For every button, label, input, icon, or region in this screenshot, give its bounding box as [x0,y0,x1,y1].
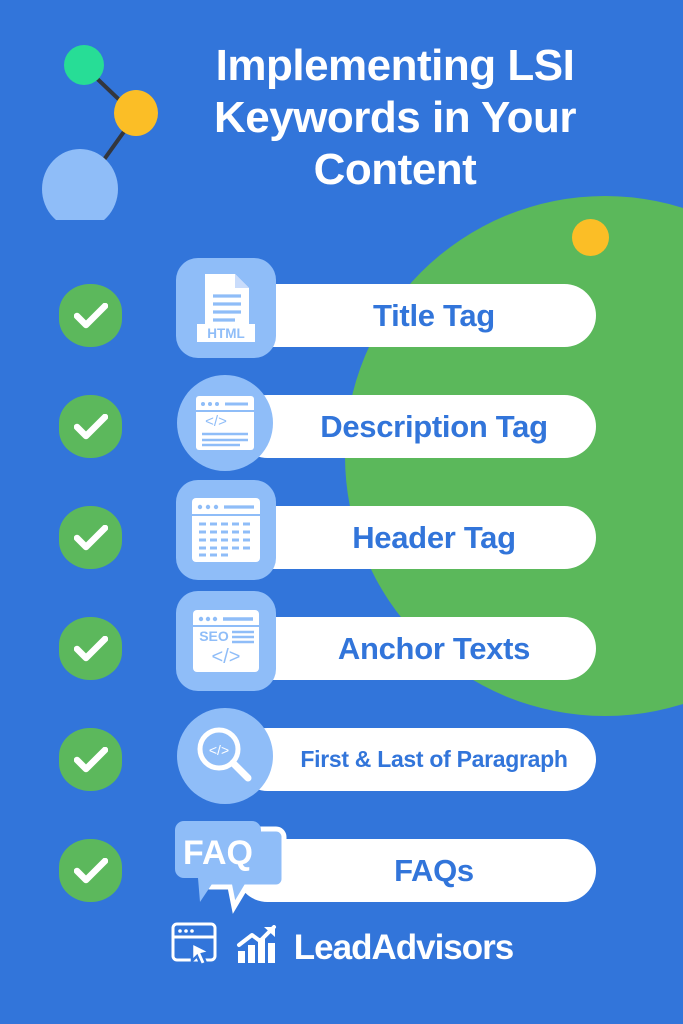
svg-text:HTML: HTML [207,326,245,341]
check-badge [59,395,122,458]
item-pill[interactable]: Title Tag [236,284,596,347]
item-pill[interactable]: FAQs [236,839,596,902]
item-pill[interactable]: Description Tag [236,395,596,458]
seo-code-browser-icon: SEO </> [176,591,276,691]
yellow-node-icon [114,90,158,136]
html-document-icon: HTML [176,258,276,358]
check-badge [59,284,122,347]
browser-lines-icon [176,480,276,580]
lightblue-node-icon [42,149,118,229]
check-badge [59,617,122,680]
item-pill[interactable]: Anchor Texts [236,617,596,680]
list-item[interactable]: HTML Title Tag [0,258,683,395]
item-pill[interactable]: Header Tag [236,506,596,569]
infographic-canvas: Implementing LSI Keywords in Your Conten… [0,0,683,1024]
magnifier-code-icon: </> [177,708,273,804]
footer-logo[interactable]: LeadAdvisors [0,920,683,975]
check-badge [59,728,122,791]
svg-text:</>: </> [212,646,241,668]
list-item-label: Header Tag [352,519,516,555]
check-badge [59,839,122,902]
list-item[interactable]: </> Description Tag [0,375,683,506]
list-item-label: First & Last of Paragraph [300,746,568,772]
green-node-icon [64,45,104,85]
list-item-label: FAQs [394,852,474,888]
list-item[interactable]: </> First & Last of Paragraph [0,708,683,839]
browser-cursor-icon [170,920,222,975]
yellow-dot-decoration [572,219,609,256]
svg-text:FAQ: FAQ [183,834,253,872]
faq-speech-bubble-icon: FAQ [175,813,287,914]
check-badge [59,506,122,569]
list-item-label: Title Tag [373,297,495,333]
checklist: HTML Title Tag </> Description Tag Heade… [0,258,683,950]
brand-name: LeadAdvisors [293,928,514,967]
code-browser-icon: </> [177,375,273,471]
svg-text:</>: </> [205,413,227,430]
node-graph-decoration [40,40,180,229]
bar-chart-arrow-icon [236,925,280,970]
svg-text:SEO: SEO [199,628,229,644]
list-item-label: Anchor Texts [337,630,531,666]
list-item-label: Description Tag [320,408,548,444]
page-title: Implementing LSI Keywords in Your Conten… [213,41,577,194]
item-pill[interactable]: First & Last of Paragraph [236,728,596,791]
list-item[interactable]: Header Tag [0,480,683,617]
list-item[interactable]: SEO </> Anchor Texts [0,591,683,728]
svg-text:</>: </> [209,742,229,758]
